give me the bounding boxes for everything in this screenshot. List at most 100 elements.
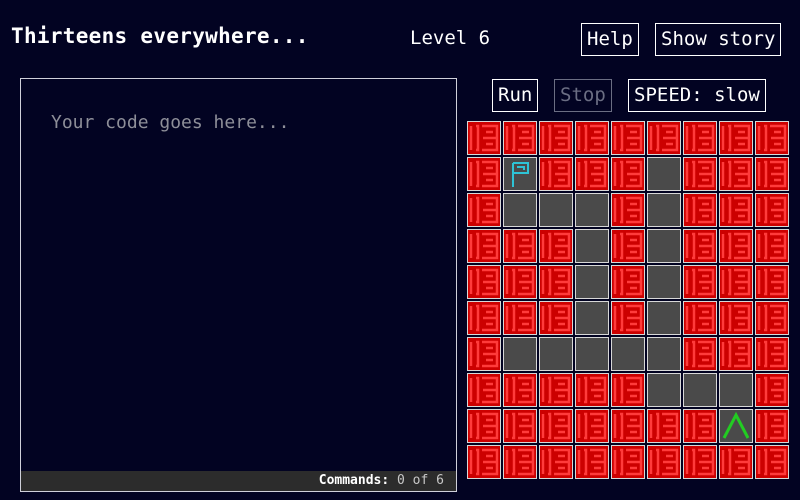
board-cell-thirteen-icon	[755, 301, 789, 335]
board-cell-empty-floor	[647, 157, 681, 191]
board-cell-thirteen-icon	[575, 445, 609, 479]
board-cell-thirteen-icon	[467, 409, 501, 443]
board-cell-thirteen-icon	[539, 409, 573, 443]
board-cell-thirteen-icon	[539, 229, 573, 263]
board-cell-thirteen-icon	[467, 121, 501, 155]
board-cell-thirteen-icon	[467, 193, 501, 227]
board-cell-thirteen-icon	[683, 193, 717, 227]
board-cell-thirteen-icon	[683, 301, 717, 335]
board-cell-thirteen-icon	[719, 157, 753, 191]
game-board	[467, 121, 792, 481]
board-cell-empty-floor	[503, 337, 537, 371]
board-cell-thirteen-icon	[611, 121, 645, 155]
board-cell-thirteen-icon	[719, 301, 753, 335]
board-cell-thirteen-icon	[503, 121, 537, 155]
commands-label: Commands:	[318, 473, 390, 488]
board-cell-thirteen-icon	[683, 409, 717, 443]
board-cell-thirteen-icon	[467, 445, 501, 479]
board-cell-thirteen-icon	[503, 229, 537, 263]
board-cell-empty-floor	[719, 373, 753, 407]
board-cell-thirteen-icon	[755, 373, 789, 407]
board-cell-thirteen-icon	[503, 409, 537, 443]
stop-button[interactable]: Stop	[554, 79, 612, 112]
board-cell-thirteen-icon	[575, 373, 609, 407]
board-cell-thirteen-icon	[719, 121, 753, 155]
board-cell-thirteen-icon	[575, 157, 609, 191]
board-cell-empty-floor	[575, 265, 609, 299]
level-indicator: Level 6	[410, 27, 491, 49]
board-cell-thirteen-icon	[755, 229, 789, 263]
board-cell-thirteen-icon	[719, 265, 753, 299]
board-cell-thirteen-icon	[467, 337, 501, 371]
board-cell-thirteen-icon	[611, 193, 645, 227]
board-cell-thirteen-icon	[683, 337, 717, 371]
commands-counter: Commands: 0 of 6	[21, 471, 456, 491]
board-cell-thirteen-icon	[575, 121, 609, 155]
board-cell-thirteen-icon	[755, 157, 789, 191]
board-cell-empty-floor	[575, 193, 609, 227]
run-button[interactable]: Run	[492, 79, 539, 112]
commands-value: 0 of 6	[397, 473, 444, 488]
board-cell-thirteen-icon	[683, 229, 717, 263]
board-cell-thirteen-icon	[467, 373, 501, 407]
board-cell-thirteen-icon	[719, 193, 753, 227]
board-cell-empty-floor	[683, 373, 717, 407]
board-cell-thirteen-icon	[467, 301, 501, 335]
code-input[interactable]	[21, 79, 456, 471]
board-cell-empty-floor	[539, 193, 573, 227]
board-cell-thirteen-icon	[503, 265, 537, 299]
board-cell-thirteen-icon	[539, 265, 573, 299]
board-cell-empty-floor	[575, 301, 609, 335]
board-cell-thirteen-icon	[575, 409, 609, 443]
board-cell-thirteen-icon	[683, 445, 717, 479]
board-cell-thirteen-icon	[539, 157, 573, 191]
board-cell-thirteen-icon	[503, 445, 537, 479]
board-cell-thirteen-icon	[611, 445, 645, 479]
game-screen: Thirteens everywhere... Level 6 Help Sho…	[0, 0, 800, 500]
board-cell-empty-floor	[503, 193, 537, 227]
board-cell-thirteen-icon	[647, 445, 681, 479]
board-cell-thirteen-icon	[539, 373, 573, 407]
board-cell-empty-floor	[647, 373, 681, 407]
board-cell-thirteen-icon	[683, 157, 717, 191]
board-cell-thirteen-icon	[755, 337, 789, 371]
board-cell-thirteen-icon	[719, 229, 753, 263]
board-cell-thirteen-icon	[647, 409, 681, 443]
board-cell-thirteen-icon	[467, 157, 501, 191]
board-cell-thirteen-icon	[755, 121, 789, 155]
board-cell-thirteen-icon	[611, 301, 645, 335]
board-cell-empty-floor	[647, 301, 681, 335]
board-cell-thirteen-icon	[755, 445, 789, 479]
show-story-button[interactable]: Show story	[655, 23, 782, 56]
board-cell-thirteen-icon	[611, 373, 645, 407]
board-cell-thirteen-icon	[719, 337, 753, 371]
board-cell-thirteen-icon	[719, 445, 753, 479]
code-editor: Commands: 0 of 6	[20, 78, 457, 492]
board-cell-empty-floor	[539, 337, 573, 371]
board-cell-thirteen-icon	[503, 373, 537, 407]
board-cell-empty-floor	[647, 337, 681, 371]
board-cell-thirteen-icon	[539, 445, 573, 479]
board-cell-thirteen-icon	[755, 265, 789, 299]
board-cell-thirteen-icon	[755, 193, 789, 227]
board-cell-thirteen-icon	[611, 229, 645, 263]
level-title: Thirteens everywhere...	[11, 24, 309, 48]
board-cell-thirteen-icon	[683, 265, 717, 299]
board-cell-empty-floor	[647, 193, 681, 227]
help-button[interactable]: Help	[581, 23, 639, 56]
board-cell-empty-floor	[575, 337, 609, 371]
board-cell-thirteen-icon	[539, 301, 573, 335]
board-cell-thirteen-icon	[683, 121, 717, 155]
player-arrow-up-icon	[719, 409, 753, 443]
board-cell-thirteen-icon	[755, 409, 789, 443]
board-cell-thirteen-icon	[503, 301, 537, 335]
board-cell-thirteen-icon	[611, 409, 645, 443]
board-cell-thirteen-icon	[647, 121, 681, 155]
board-cell-thirteen-icon	[611, 157, 645, 191]
board-cell-empty-floor	[647, 229, 681, 263]
board-cell-thirteen-icon	[467, 229, 501, 263]
board-cell-empty-floor	[611, 337, 645, 371]
board-cell-thirteen-icon	[467, 265, 501, 299]
speed-button[interactable]: SPEED: slow	[628, 79, 766, 112]
board-cell-thirteen-icon	[539, 121, 573, 155]
